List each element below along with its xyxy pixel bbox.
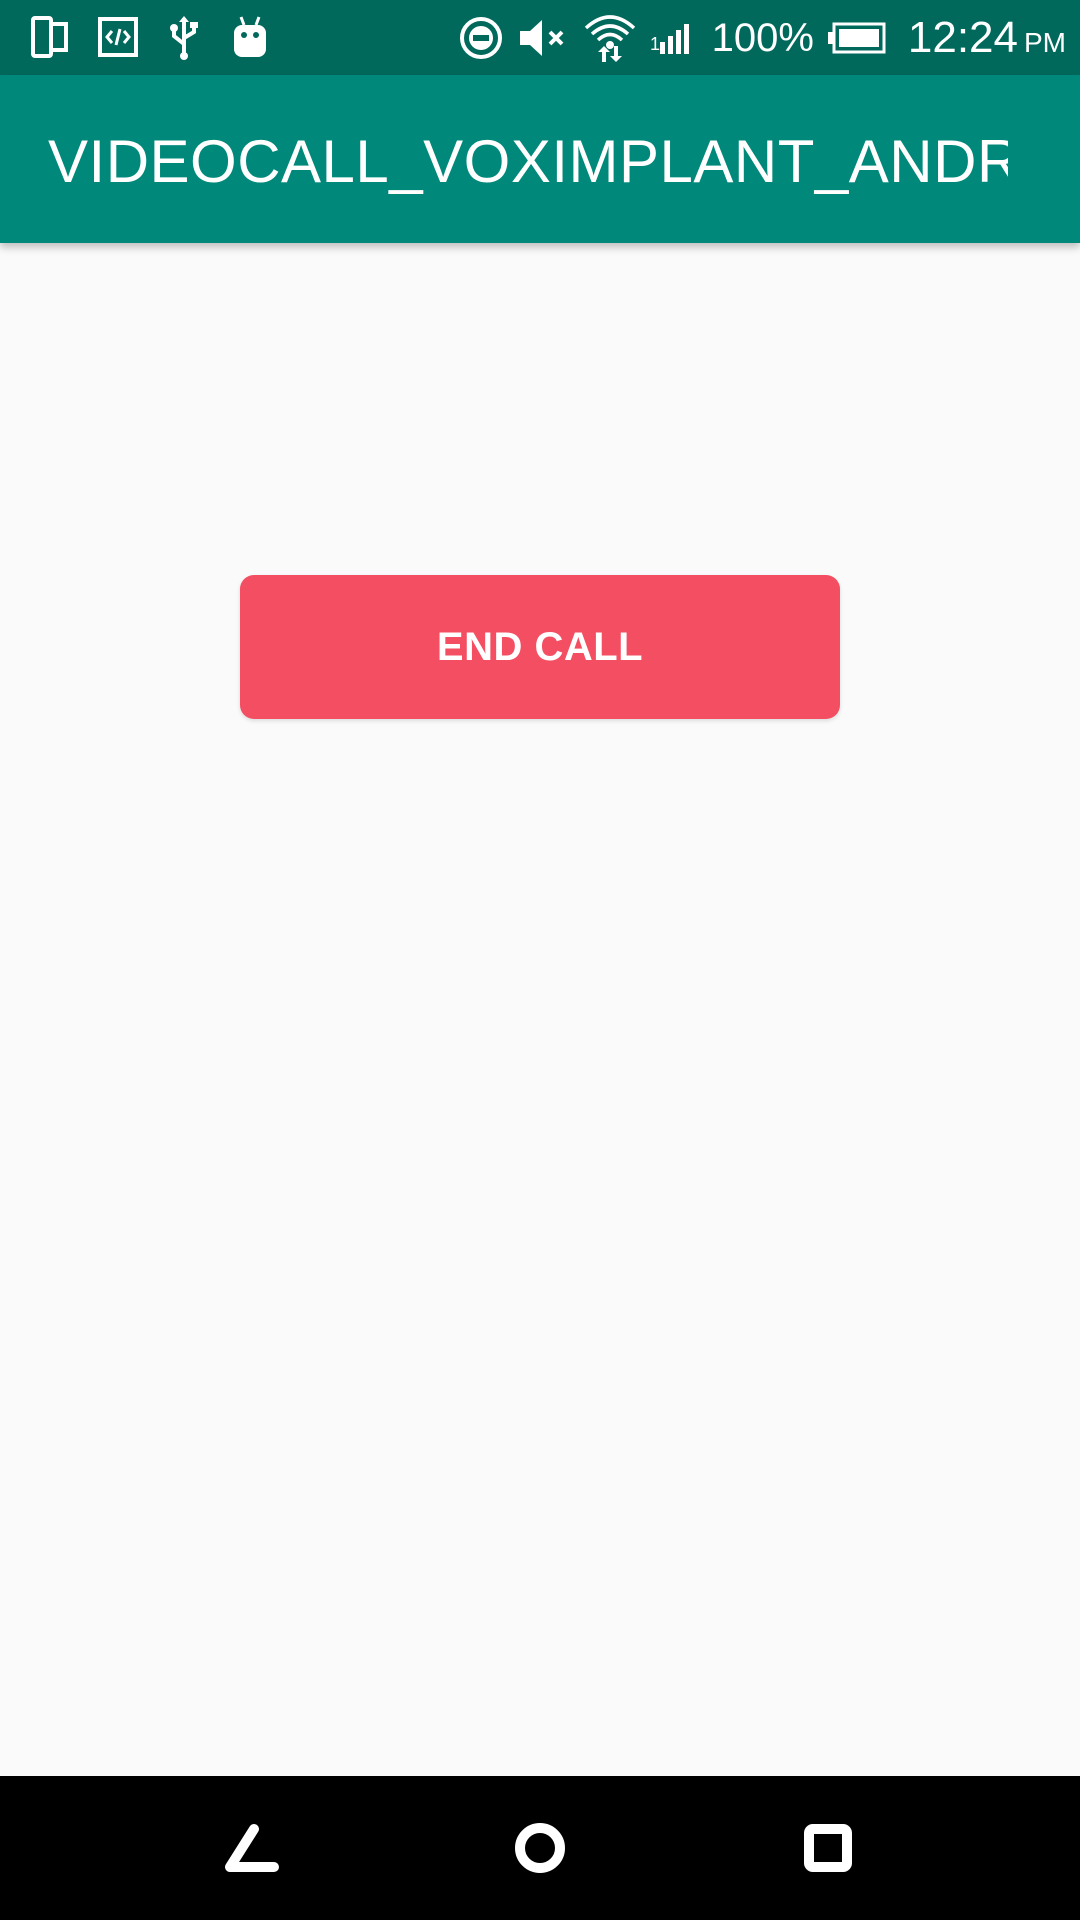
clock: 12:24 PM — [908, 13, 1066, 63]
phone-tablet-icon — [30, 15, 70, 59]
code-icon — [98, 17, 138, 57]
app-title: VIDEOCALL_VOXIMPLANT_ANDR… — [48, 129, 1008, 195]
status-bar: 1 100% 12:24 PM — [0, 0, 1080, 75]
android-icon — [230, 15, 270, 59]
clock-time: 12:24 — [907, 13, 1018, 62]
svg-text:1: 1 — [650, 34, 660, 54]
screen: 1 100% 12:24 PM VIDEOCALL_VOXIMPLANT_AND… — [0, 0, 1080, 1920]
navigation-bar — [0, 1776, 1080, 1920]
recents-icon[interactable] — [792, 1812, 864, 1884]
end-call-button[interactable]: END CALL — [240, 575, 840, 719]
back-icon[interactable] — [216, 1812, 288, 1884]
home-icon[interactable] — [504, 1812, 576, 1884]
do-not-disturb-icon — [458, 15, 504, 61]
status-bar-left — [30, 14, 270, 60]
cell-signal-icon: 1 — [650, 20, 696, 56]
wifi-icon — [582, 12, 638, 64]
clock-ampm: PM — [1024, 27, 1066, 58]
app-bar: VIDEOCALL_VOXIMPLANT_ANDR… — [0, 75, 1080, 243]
usb-icon — [166, 14, 202, 60]
battery-icon — [826, 22, 886, 54]
status-bar-right: 1 100% 12:24 PM — [458, 10, 1066, 66]
battery-percent: 100% — [711, 15, 814, 60]
volume-muted-icon — [516, 16, 570, 60]
